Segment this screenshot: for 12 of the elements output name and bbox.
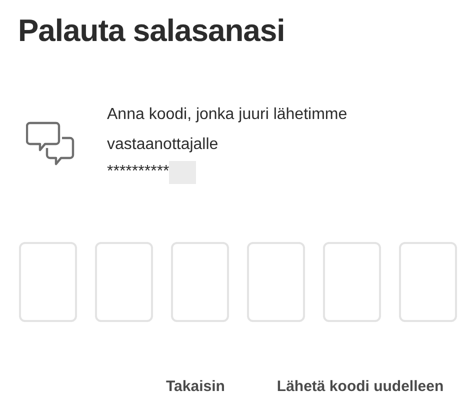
code-digit-field[interactable] — [95, 242, 153, 322]
chat-bubbles-icon — [26, 121, 75, 168]
code-digit-field[interactable] — [19, 242, 77, 322]
code-digit-field[interactable] — [247, 242, 305, 322]
resend-code-button[interactable]: Lähetä koodi uudelleen — [270, 374, 450, 400]
back-button[interactable]: Takaisin — [160, 374, 231, 400]
page-title: Palauta salasanasi — [18, 12, 285, 50]
code-digit-field[interactable] — [323, 242, 381, 322]
code-digit-field[interactable] — [399, 242, 457, 322]
code-digit-field[interactable] — [171, 242, 229, 322]
instruction-text: Anna koodi, jonka juuri lähetimme vastaanottajalle — [107, 105, 348, 155]
masked-recipient: ********** — [107, 162, 170, 182]
